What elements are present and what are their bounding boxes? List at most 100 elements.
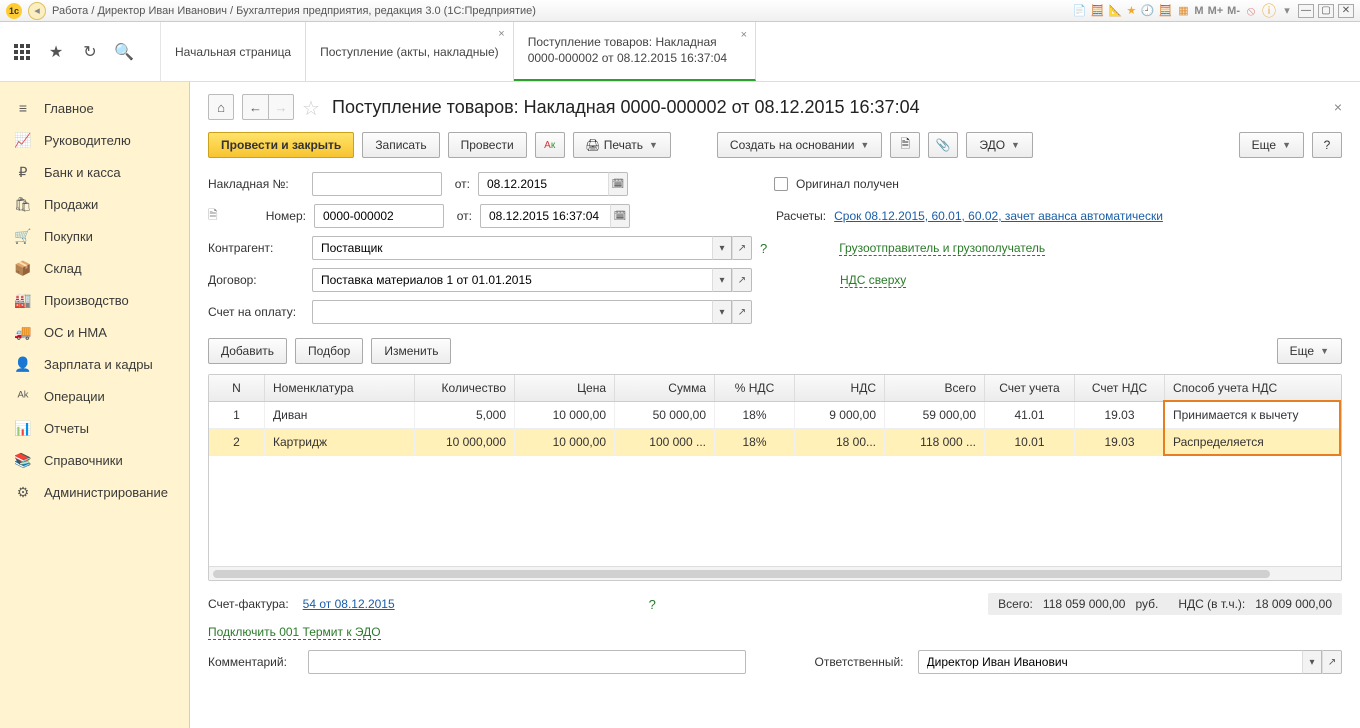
payment-invoice-field[interactable]: ▾↗ [312,300,752,324]
column-header[interactable]: Сумма [615,375,715,401]
post-button[interactable]: Провести [448,132,527,158]
edo-button[interactable]: ЭДО▼ [966,132,1033,158]
info-icon[interactable]: ⓘ [1262,4,1276,18]
responsible-field[interactable]: ▾↗ [918,650,1342,674]
tb-icon-calc[interactable]: 🧮 [1158,4,1172,18]
close-icon[interactable]: × [498,28,504,40]
star-icon[interactable]: ★ [46,42,66,62]
home-button[interactable]: ⌂ [208,94,234,120]
calendar-icon[interactable]: 🗓 [608,172,628,196]
mem-m[interactable]: M [1194,5,1203,17]
comment-field[interactable] [308,650,746,674]
invoice-date-field[interactable]: 🗓 [478,172,628,196]
open-icon[interactable]: ↗ [732,300,752,324]
column-header[interactable]: Способ учета НДС [1165,375,1341,401]
more-button[interactable]: Еще▼ [1239,132,1304,158]
close-window-button[interactable]: ✕ [1338,4,1354,18]
attach-icon-button[interactable]: 📎 [928,132,958,158]
sidebar-item[interactable]: ᴬᵏОперации [0,380,189,412]
history-icon[interactable]: ↻ [80,42,100,62]
post-and-close-button[interactable]: Провести и закрыть [208,132,354,158]
chevron-down-icon[interactable]: ▾ [712,268,732,292]
tb-icon-clock[interactable]: 🕘 [1140,4,1154,18]
column-header[interactable]: N [209,375,265,401]
invoice-link[interactable]: 54 от 08.12.2015 [303,597,395,611]
number-field[interactable] [314,204,444,228]
sidebar-item[interactable]: 📈Руководителю [0,124,189,156]
dropdown-icon[interactable]: ▾ [1280,4,1294,18]
maximize-button[interactable]: ▢ [1318,4,1334,18]
mem-mminus[interactable]: M- [1227,5,1240,17]
search-icon[interactable]: 🔍 [114,42,134,62]
help-icon[interactable]: ? [649,597,656,612]
datetime-field[interactable]: 🗓 [480,204,630,228]
invoice-no-field[interactable] [312,172,442,196]
chevron-down-icon[interactable]: ▾ [1302,650,1322,674]
column-header[interactable]: Счет учета [985,375,1075,401]
table-row[interactable]: 1Диван5,00010 000,0050 000,0018%9 000,00… [209,402,1341,429]
close-icon[interactable]: × [741,28,747,42]
favorite-icon[interactable]: ★ [1127,4,1137,17]
tab-receipts[interactable]: Поступление (акты, накладные)× [306,22,514,81]
edo-connect-link[interactable]: Подключить 001 Термит к ЭДО [208,625,381,640]
chevron-down-icon[interactable]: ▾ [712,236,732,260]
items-grid[interactable]: NНоменклатураКоличествоЦенаСумма% НДСНДС… [208,374,1342,581]
tb-icon-cal[interactable]: ▦ [1176,4,1190,18]
dk-icon-button[interactable]: Ак [535,132,565,158]
create-based-button[interactable]: Создать на основании▼ [717,132,882,158]
sidebar-item[interactable]: 📦Склад [0,252,189,284]
column-header[interactable]: % НДС [715,375,795,401]
add-row-button[interactable]: Добавить [208,338,287,364]
nav-back-icon[interactable]: ◂ [28,2,46,20]
chevron-down-icon[interactable]: ▾ [712,300,732,324]
pick-button[interactable]: Подбор [295,338,363,364]
tab-document[interactable]: Поступление товаров: Накладная0000-00000… [514,22,756,81]
close-doc-button[interactable]: × [1334,99,1342,115]
vat-link[interactable]: НДС сверху [840,273,906,288]
shipper-link[interactable]: Грузоотправитель и грузополучатель [839,241,1045,256]
sidebar-item[interactable]: 📊Отчеты [0,412,189,444]
open-icon[interactable]: ↗ [1322,650,1342,674]
sidebar-item[interactable]: 🛒Покупки [0,220,189,252]
apps-icon[interactable] [12,42,32,62]
horizontal-scrollbar[interactable] [209,566,1341,580]
change-button[interactable]: Изменить [371,338,451,364]
column-header[interactable]: Цена [515,375,615,401]
sheet-icon-button[interactable]: 🗎 [890,132,920,158]
column-header[interactable]: Всего [885,375,985,401]
tb-icon-1[interactable]: 📄 [1073,4,1087,18]
stop-icon[interactable]: ⦸ [1244,4,1258,18]
table-row[interactable]: 2Картридж10 000,00010 000,00100 000 ...1… [209,429,1341,456]
original-received-checkbox[interactable] [774,177,788,191]
counterparty-field[interactable]: ▾↗ [312,236,752,260]
calendar-icon[interactable]: 🗓 [610,204,630,228]
column-header[interactable]: Номенклатура [265,375,415,401]
sidebar-item[interactable]: 🚚ОС и НМА [0,316,189,348]
help-button[interactable]: ? [1312,132,1342,158]
open-icon[interactable]: ↗ [732,236,752,260]
sidebar-item[interactable]: 🛍Продажи [0,188,189,220]
nav-prev-button[interactable]: ← [242,94,268,120]
tb-icon-2[interactable]: 🧮 [1091,4,1105,18]
sidebar-item[interactable]: ≡Главное [0,92,189,124]
sidebar-item[interactable]: 👤Зарплата и кадры [0,348,189,380]
sidebar-item[interactable]: ⚙Администрирование [0,476,189,508]
write-button[interactable]: Записать [362,132,439,158]
open-icon[interactable]: ↗ [732,268,752,292]
grid-more-button[interactable]: Еще▼ [1277,338,1342,364]
tb-icon-3[interactable]: 📐 [1109,4,1123,18]
print-button[interactable]: 🖨Печать▼ [573,132,671,158]
sidebar-item[interactable]: ₽Банк и касса [0,156,189,188]
sidebar-item[interactable]: 🏭Производство [0,284,189,316]
favorite-doc-icon[interactable]: ☆ [302,96,324,118]
calc-link[interactable]: Срок 08.12.2015, 60.01, 60.02, зачет ава… [834,209,1163,223]
column-header[interactable]: Счет НДС [1075,375,1165,401]
sidebar-item[interactable]: 📚Справочники [0,444,189,476]
nav-next-button[interactable]: → [268,94,294,120]
column-header[interactable]: НДС [795,375,885,401]
contract-field[interactable]: ▾↗ [312,268,752,292]
mem-mplus[interactable]: M+ [1208,5,1224,17]
minimize-button[interactable]: — [1298,4,1314,18]
column-header[interactable]: Количество [415,375,515,401]
tab-home[interactable]: Начальная страница [161,22,306,81]
